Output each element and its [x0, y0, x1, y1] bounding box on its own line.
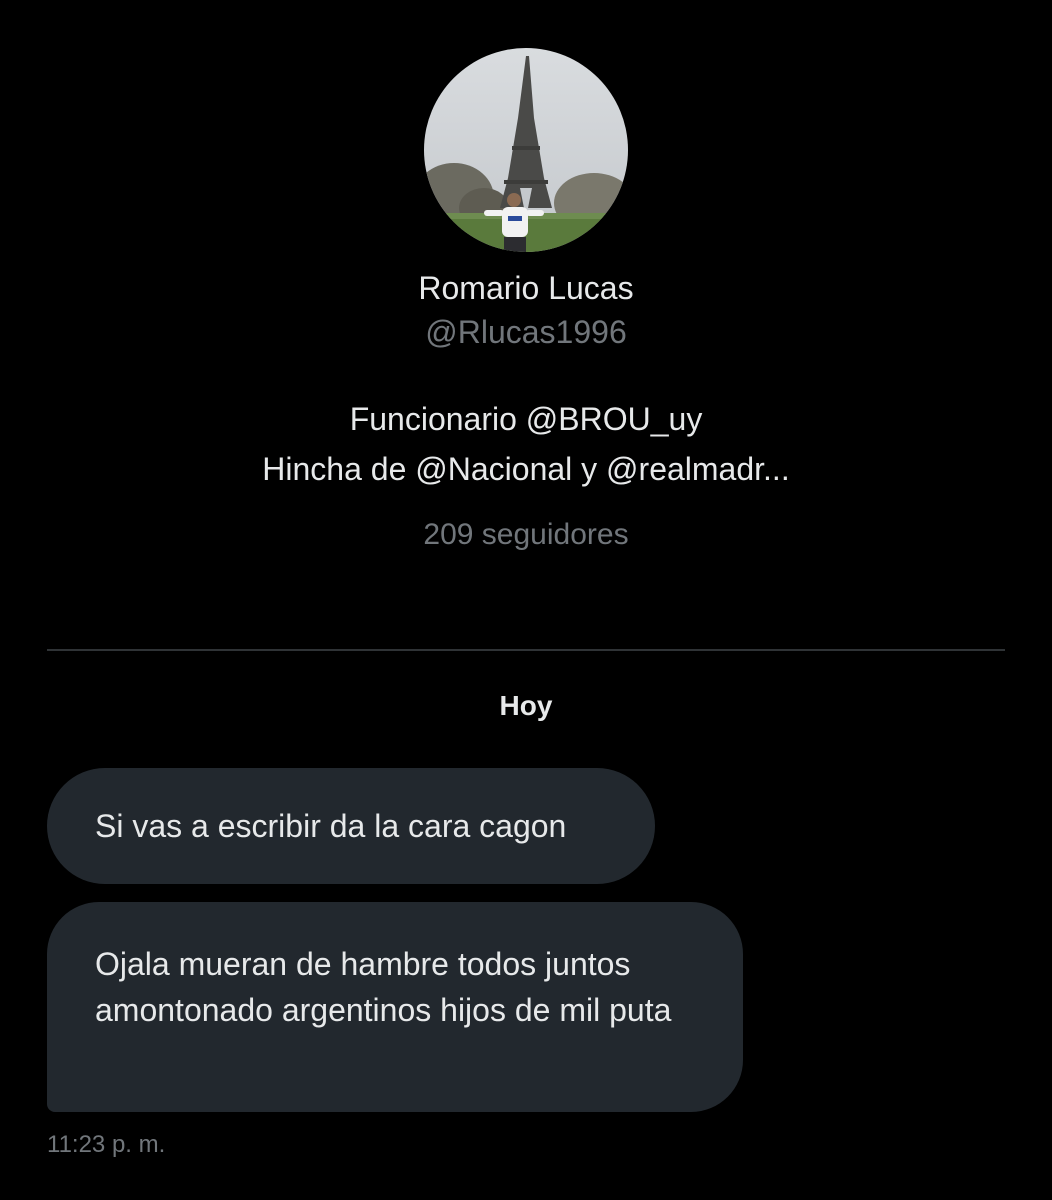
- profile-handle[interactable]: @Rlucas1996: [0, 314, 1052, 351]
- avatar[interactable]: [424, 48, 628, 252]
- message-text: Ojala mueran de hambre todos juntos amon…: [95, 946, 672, 1028]
- bio-line: Hincha de @Nacional y @realmadr...: [262, 451, 790, 487]
- message-text: Si vas a escribir da la cara cagon: [95, 808, 567, 844]
- followers-count[interactable]: 209 seguidores: [0, 518, 1052, 552]
- profile-name[interactable]: Romario Lucas: [0, 270, 1052, 307]
- message-timestamp: 11:23 p. m.: [47, 1131, 166, 1158]
- message-bubble[interactable]: Si vas a escribir da la cara cagon: [47, 768, 655, 884]
- bio-line: Funcionario @BROU_uy: [349, 401, 703, 437]
- message-bubble[interactable]: Ojala mueran de hambre todos juntos amon…: [47, 902, 743, 1112]
- profile-photo-icon: [424, 48, 628, 252]
- profile-bio: Funcionario @BROU_uy Hincha de @Nacional…: [0, 394, 1052, 494]
- divider: [47, 649, 1005, 651]
- date-separator: Hoy: [499, 690, 553, 721]
